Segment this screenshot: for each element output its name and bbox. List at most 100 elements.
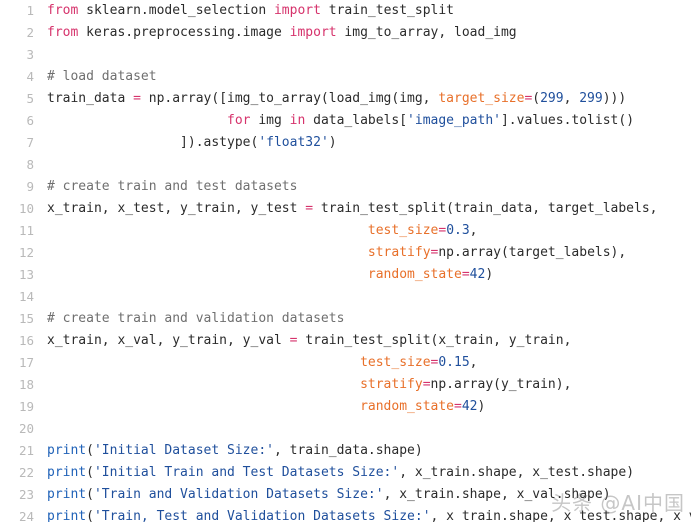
token-kw: in	[289, 113, 306, 128]
token-pln: ]).astype(	[47, 135, 259, 150]
token-pln: keras.preprocessing.image	[78, 25, 290, 40]
code-line[interactable]: 13 random_state=42)	[0, 264, 691, 286]
code-line[interactable]: 16 x_train, x_val, y_train, y_val = train…	[0, 330, 691, 352]
token-bif: print	[47, 465, 87, 480]
code-line[interactable]: 23 print('Train and Validation Datasets S…	[0, 484, 691, 506]
token-pln: train_data	[47, 91, 134, 106]
token-str: 'Train, Test and Validation Datasets Siz…	[93, 509, 431, 522]
line-content[interactable]: print('Train, Test and Validation Datase…	[34, 506, 691, 522]
line-number: 1	[26, 3, 34, 18]
token-kw: for	[227, 113, 251, 128]
token-pln	[47, 377, 360, 392]
line-content[interactable]: print('Initial Dataset Size:', train_dat…	[34, 440, 691, 462]
token-pln	[47, 267, 368, 282]
code-line[interactable]: 20	[0, 418, 691, 440]
line-content[interactable]: x_train, x_val, y_train, y_val = train_t…	[34, 330, 691, 352]
token-pln: )	[328, 135, 337, 150]
line-content[interactable]: stratify=np.array(target_labels),	[34, 242, 691, 264]
code-line[interactable]: 6 for img in data_labels['image_path'].v…	[0, 110, 691, 132]
token-bif: print	[47, 509, 87, 522]
code-line[interactable]: 15 # create train and validation datasets	[0, 308, 691, 330]
token-pln: , x_train.shape, x_test.shape)	[399, 465, 635, 480]
code-line[interactable]: 1 from sklearn.model_selection import tra…	[0, 0, 691, 22]
token-bif: print	[47, 443, 87, 458]
line-number: 14	[18, 289, 34, 304]
token-op: =	[454, 399, 462, 414]
line-number: 11	[18, 223, 34, 238]
token-pln	[47, 355, 360, 370]
token-kw: from	[47, 3, 79, 18]
code-line[interactable]: 9 # create train and test datasets	[0, 176, 691, 198]
line-number: 24	[18, 509, 34, 522]
token-pln: train_test_split(x_train, y_train,	[297, 333, 572, 348]
token-pln: (	[86, 443, 94, 458]
code-line[interactable]: 21 print('Initial Dataset Size:', train_d…	[0, 440, 691, 462]
code-line[interactable]: 8	[0, 154, 691, 176]
code-line[interactable]: 2 from keras.preprocessing.image import i…	[0, 22, 691, 44]
token-str: 'Initial Dataset Size:'	[93, 443, 274, 458]
token-kw: import	[273, 3, 321, 18]
line-number: 13	[18, 267, 34, 282]
code-line[interactable]: 3	[0, 44, 691, 66]
code-line[interactable]: 11 test_size=0.3,	[0, 220, 691, 242]
token-kwarg: random_state	[367, 267, 462, 282]
code-viewer[interactable]: 1 from sklearn.model_selection import tra…	[0, 0, 691, 522]
line-content[interactable]: test_size=0.3,	[34, 220, 691, 242]
token-pln: x_train, x_test, y_train, y_test	[47, 201, 306, 216]
line-number: 6	[26, 113, 34, 128]
line-content[interactable]: x_train, x_test, y_train, y_test = train…	[34, 198, 691, 220]
line-content[interactable]: print('Initial Train and Test Datasets S…	[34, 462, 691, 484]
line-number: 2	[26, 25, 34, 40]
token-op: =	[422, 377, 431, 392]
line-number: 20	[18, 421, 34, 436]
code-line[interactable]: 24 print('Train, Test and Validation Data…	[0, 506, 691, 522]
token-pln: ,	[469, 355, 478, 370]
line-content[interactable]: # load dataset	[34, 66, 691, 88]
line-content[interactable]: ]).astype('float32')	[34, 132, 691, 154]
token-pln: )	[477, 399, 486, 414]
token-pln: )))	[602, 91, 627, 106]
line-content[interactable]: from keras.preprocessing.image import im…	[34, 22, 691, 44]
code-line[interactable]: 10 x_train, x_test, y_train, y_test = tra…	[0, 198, 691, 220]
line-number: 3	[26, 47, 34, 62]
code-line[interactable]: 7 ]).astype('float32')	[0, 132, 691, 154]
line-content[interactable]: for img in data_labels['image_path'].val…	[34, 110, 691, 132]
line-content[interactable]: stratify=np.array(y_train),	[34, 374, 691, 396]
line-number: 22	[18, 465, 34, 480]
line-number: 17	[18, 355, 34, 370]
line-number: 21	[18, 443, 34, 458]
token-pln: (	[86, 509, 94, 522]
token-pln: ,	[563, 91, 580, 106]
line-number: 10	[18, 201, 34, 216]
code-line[interactable]: 18 stratify=np.array(y_train),	[0, 374, 691, 396]
token-op: =	[461, 267, 470, 282]
code-line[interactable]: 12 stratify=np.array(target_labels),	[0, 242, 691, 264]
code-line[interactable]: 22 print('Initial Train and Test Datasets…	[0, 462, 691, 484]
token-com: # load dataset	[47, 69, 157, 84]
token-pln: (	[532, 91, 541, 106]
token-str: 'image_path'	[407, 113, 501, 128]
token-pln: , x_train.shape, x_val.shape)	[383, 487, 611, 502]
token-kwarg: stratify	[360, 377, 423, 392]
line-content[interactable]: random_state=42)	[34, 396, 691, 418]
token-pln: sklearn.model_selection	[78, 3, 274, 18]
code-line[interactable]: 17 test_size=0.15,	[0, 352, 691, 374]
line-content[interactable]: test_size=0.15,	[34, 352, 691, 374]
token-bif: print	[47, 487, 87, 502]
line-content[interactable]: # create train and validation datasets	[34, 308, 691, 330]
line-content[interactable]: # create train and test datasets	[34, 176, 691, 198]
token-num: 299	[579, 91, 603, 106]
token-pln: img_to_array, load_img	[336, 25, 517, 40]
line-content[interactable]: print('Train and Validation Datasets Siz…	[34, 484, 691, 506]
code-line[interactable]: 4 # load dataset	[0, 66, 691, 88]
line-content[interactable]: from sklearn.model_selection import trai…	[34, 0, 691, 22]
code-line[interactable]: 19 random_state=42)	[0, 396, 691, 418]
token-kw: from	[47, 25, 79, 40]
token-num: 0.3	[446, 223, 470, 238]
token-num: 299	[540, 91, 564, 106]
line-content[interactable]: train_data = np.array([img_to_array(load…	[34, 88, 691, 110]
line-content[interactable]: random_state=42)	[34, 264, 691, 286]
token-num: 42	[461, 399, 478, 414]
code-line[interactable]: 5 train_data = np.array([img_to_array(loa…	[0, 88, 691, 110]
code-line[interactable]: 14	[0, 286, 691, 308]
